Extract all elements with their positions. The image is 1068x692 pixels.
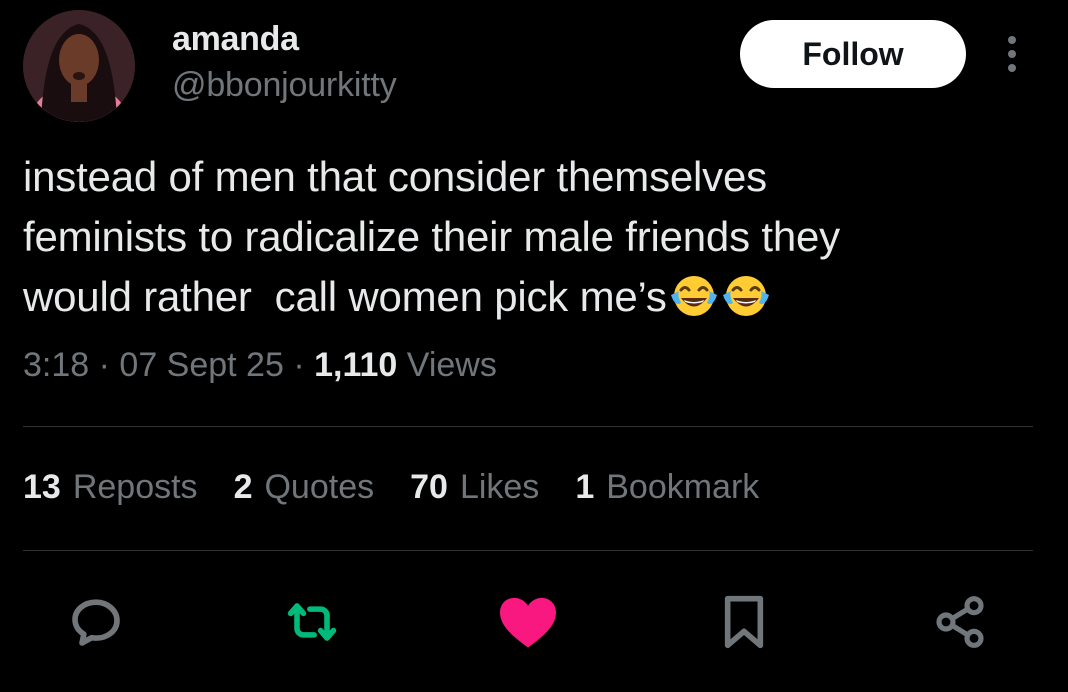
bookmarks-count: 1 bbox=[575, 468, 595, 506]
tweet-time[interactable]: 3:18 bbox=[23, 346, 89, 384]
like-button[interactable] bbox=[496, 590, 560, 654]
likes-stat[interactable]: 70 Likes bbox=[410, 468, 539, 507]
quotes-count: 2 bbox=[233, 468, 253, 506]
reply-icon bbox=[72, 599, 120, 646]
author-name[interactable]: amanda bbox=[172, 20, 299, 59]
author-handle[interactable]: @bbonjourkitty bbox=[172, 66, 397, 105]
meta-separator: · bbox=[89, 346, 120, 384]
more-options-icon[interactable] bbox=[995, 30, 1029, 78]
reposts-stat[interactable]: 13 Reposts bbox=[23, 468, 198, 507]
heart-icon bbox=[500, 597, 556, 648]
engagement-stats: 13 Reposts 2 Quotes 70 Likes 1 Bookmark bbox=[23, 468, 759, 507]
repost-icon bbox=[287, 603, 337, 641]
likes-label: Likes bbox=[459, 468, 540, 506]
bookmarks-stat[interactable]: 1 Bookmark bbox=[575, 468, 759, 507]
share-icon bbox=[936, 596, 984, 648]
divider bbox=[23, 550, 1033, 551]
repost-button[interactable] bbox=[280, 590, 344, 654]
tweet-date[interactable]: 07 Sept 25 bbox=[119, 346, 283, 384]
views-count: 1,110 bbox=[314, 346, 398, 384]
likes-count: 70 bbox=[410, 468, 448, 506]
quotes-stat[interactable]: 2 Quotes bbox=[234, 468, 375, 507]
meta-separator: · bbox=[283, 346, 315, 384]
bookmark-icon bbox=[724, 595, 764, 649]
tweet-line: instead of men that consider themselves bbox=[23, 153, 767, 200]
bookmarks-label: Bookmark bbox=[606, 468, 760, 506]
avatar-image bbox=[23, 10, 135, 122]
face-with-tears-of-joy-icon bbox=[670, 276, 717, 316]
tweet-line: would rather call women pick me’s bbox=[23, 273, 667, 320]
face-with-tears-of-joy-icon bbox=[722, 276, 769, 316]
tweet-line: feminists to radicalize their male frien… bbox=[23, 213, 840, 260]
tweet-meta: 3:18 · 07 Sept 25 · 1,110 Views bbox=[23, 346, 497, 385]
tweet-text: instead of men that consider themselves … bbox=[23, 147, 1043, 327]
views-label: Views bbox=[397, 346, 497, 384]
follow-button[interactable]: Follow bbox=[740, 20, 966, 88]
bookmark-button[interactable] bbox=[712, 590, 776, 654]
reposts-count: 13 bbox=[23, 468, 61, 506]
share-button[interactable] bbox=[928, 590, 992, 654]
reposts-label: Reposts bbox=[72, 468, 198, 506]
avatar[interactable] bbox=[23, 10, 135, 122]
reply-button[interactable] bbox=[64, 590, 128, 654]
divider bbox=[23, 426, 1033, 427]
quotes-label: Quotes bbox=[264, 468, 375, 506]
